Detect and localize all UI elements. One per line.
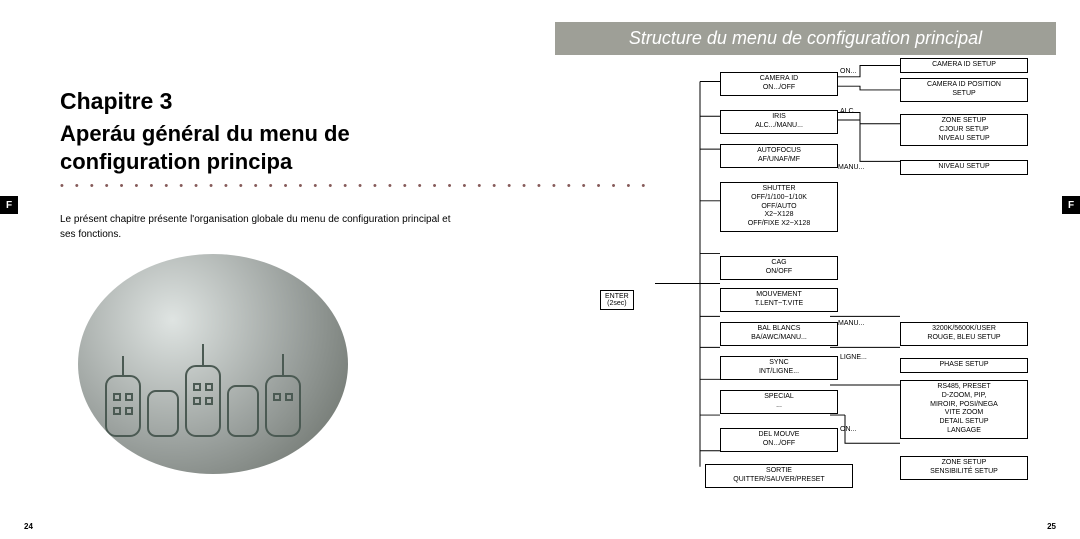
page-spread: F F Structure du menu de configuration p… [0, 0, 1080, 539]
buildings-icon [98, 336, 328, 456]
box-iris: IRISALC.../MANU... [720, 110, 838, 134]
section-title: Aperáu général du menu de configuration … [60, 120, 350, 175]
conn-ligne: LIGNE... [840, 354, 867, 361]
enter-label: ENTER [605, 293, 629, 300]
decorative-dots: • • • • • • • • • • • • • • • • • • • • … [60, 180, 649, 192]
enter-box: ENTER (2sec) [600, 290, 634, 310]
conn-alc: ALC... [840, 108, 859, 115]
box-sortie: SORTIEQUITTER/SAUVER/PRESET [705, 464, 853, 488]
page-number-left: 24 [24, 522, 33, 531]
box-cag: CAGON/OFF [720, 256, 838, 280]
chapter-illustration [78, 254, 348, 474]
menu-structure-diagram: ENTER (2sec) CAMERA IDON.../OFF IRISALC.… [600, 58, 1050, 509]
box-phase: PHASE SETUP [900, 358, 1028, 373]
conn-on-2: ON... [840, 426, 856, 433]
intro-paragraph: Le présent chapitre présente l'organisat… [60, 212, 460, 242]
box-autofocus: AUTOFOCUSAF/UNAF/MF [720, 144, 838, 168]
box-camera-id-pos: CAMERA ID POSITIONSETUP [900, 78, 1028, 102]
conn-manu-bal: MANU... [838, 320, 864, 327]
conn-manu-iris: MANU... [838, 164, 864, 171]
section-title-line2: configuration principa [60, 149, 292, 174]
box-delmouve: DEL MOUVEON.../OFF [720, 428, 838, 452]
page-number-right: 25 [1047, 522, 1056, 531]
conn-on-1: ON... [840, 68, 856, 75]
section-tab-right: F [1062, 196, 1080, 214]
box-camera-id-setup: CAMERA ID SETUP [900, 58, 1028, 73]
box-shutter: SHUTTEROFF/1/100~1/10KOFF/AUTOX2~X128OFF… [720, 182, 838, 232]
box-wb: 3200K/5600K/USERROUGE, BLEU SETUP [900, 322, 1028, 346]
box-special: SPECIAL... [720, 390, 838, 414]
page-title-bar: Structure du menu de configuration princ… [555, 22, 1056, 55]
box-sync: SYNCINT/LIGNE... [720, 356, 838, 380]
box-camera-id: CAMERA IDON.../OFF [720, 72, 838, 96]
box-delmouve-setup: ZONE SETUPSENSIBILITÉ SETUP [900, 456, 1028, 480]
box-special-setup: RS485, PRESETD-ZOOM, PIP,MIROIR, POSI/NE… [900, 380, 1028, 439]
box-niveau: NIVEAU SETUP [900, 160, 1028, 175]
box-zone: ZONE SETUPCJOUR SETUPNIVEAU SETUP [900, 114, 1028, 146]
box-mouvement: MOUVEMENTT.LENT~T.VITE [720, 288, 838, 312]
section-tab-left: F [0, 196, 18, 214]
enter-duration: (2sec) [607, 300, 626, 307]
box-balblancs: BAL BLANCSBA/AWC/MANU... [720, 322, 838, 346]
section-title-line1: Aperáu général du menu de [60, 121, 350, 146]
chapter-heading: Chapitre 3 [60, 88, 172, 115]
